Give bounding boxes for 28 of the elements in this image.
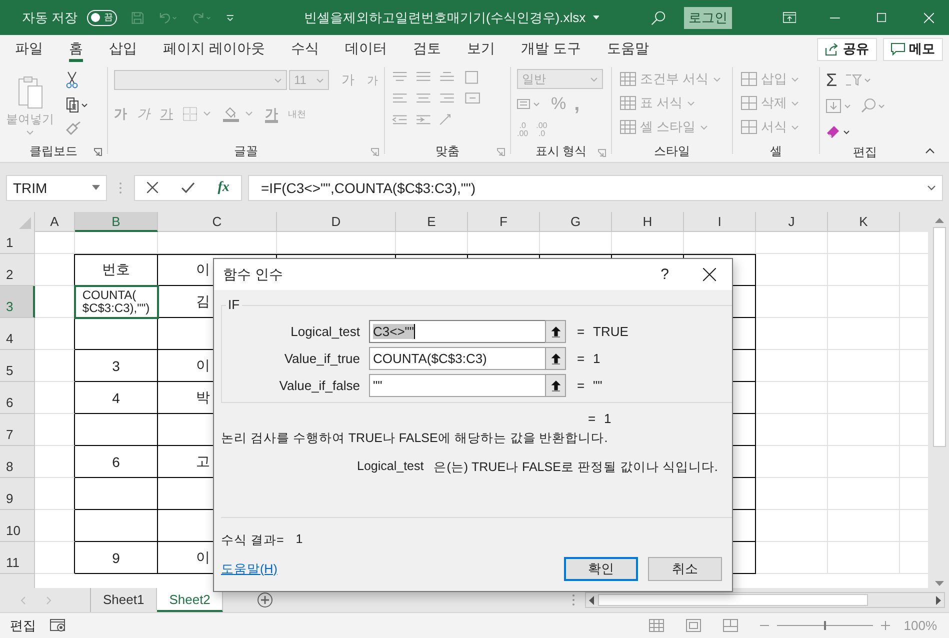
formula-result-value: 1 [296, 532, 303, 548]
group-label: 표시 형식 [535, 143, 587, 160]
status-mode: 편집 [10, 616, 36, 634]
group-label: 글꼴 [234, 142, 258, 160]
argument-label: Value_if_false [278, 378, 360, 393]
argument-label: Value_if_true [283, 351, 360, 366]
function-name: IF [226, 297, 242, 312]
group-label: 맞춤 [436, 142, 460, 160]
group-label: 스타일 [654, 142, 690, 160]
argument-result: 1 [593, 351, 600, 366]
equals-sign: = [577, 378, 586, 393]
equals-sign: = [577, 351, 586, 366]
formula-result-label: 수식 결과= [221, 532, 284, 549]
group-label: 편집 [853, 144, 877, 161]
argument-description: 은(는) TRUE나 FALSE로 판정될 값이나 식입니다. [434, 459, 718, 476]
equals-sign: = [588, 411, 597, 426]
window-title: 빈셀을제외하고일련번호매기기(수식인경우).xlsx [304, 8, 586, 26]
group-label: 클립보드 [30, 142, 78, 160]
argument-result: "" [593, 378, 602, 393]
function-result: 1 [604, 411, 612, 426]
dialog-title: 함수 인수 [223, 266, 283, 284]
function-description: 논리 검사를 수행하여 TRUE나 FALSE에 해당하는 값을 반환합니다. [221, 430, 609, 447]
equals-sign: = [577, 324, 586, 339]
argument-name: Logical_test [357, 459, 424, 475]
argument-result: TRUE [593, 324, 628, 339]
argument-label: Logical_test [290, 324, 360, 339]
group-label: 셀 [770, 142, 782, 160]
autosave-label: 자동 저장 [22, 8, 78, 26]
